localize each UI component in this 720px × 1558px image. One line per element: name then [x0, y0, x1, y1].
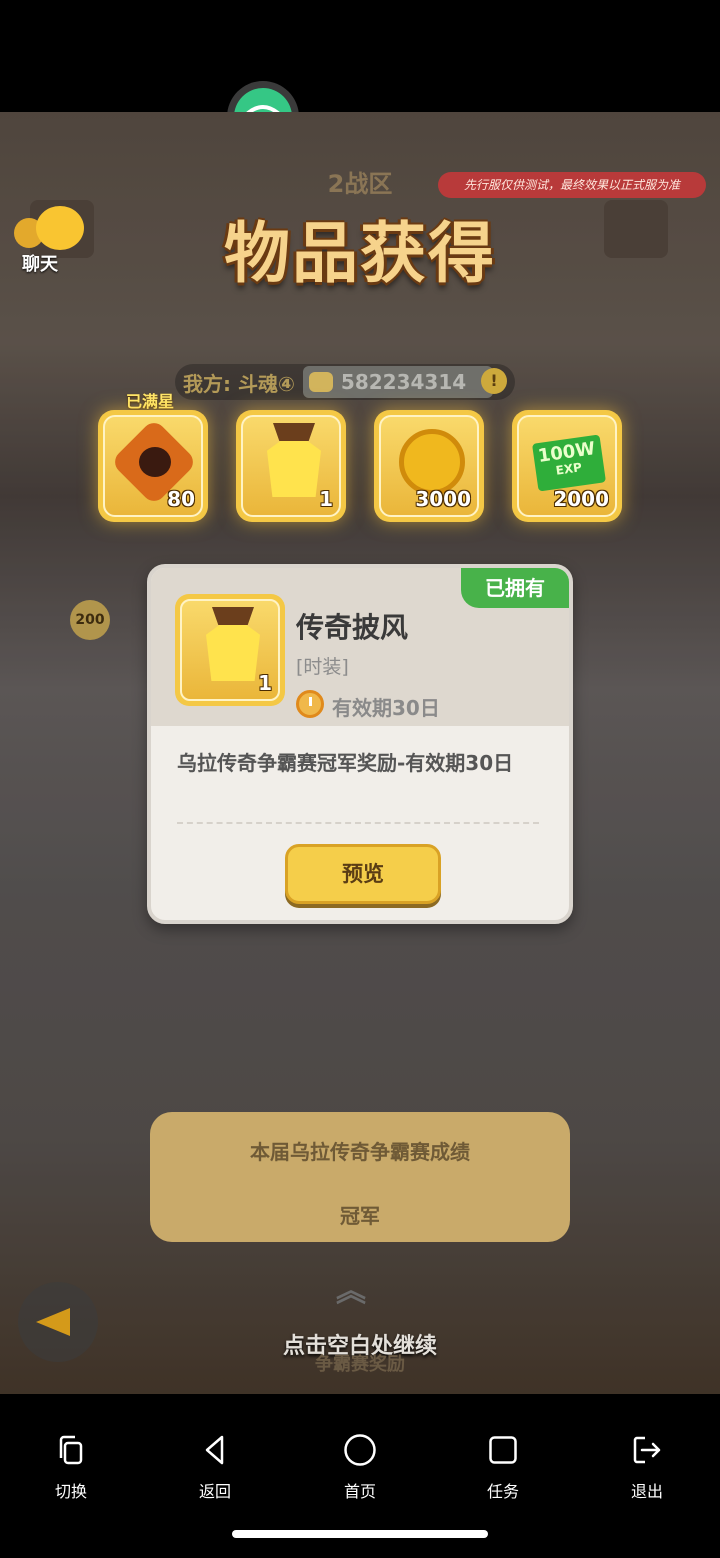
reward-qty: 3000 [415, 487, 471, 511]
reward-item-exp[interactable]: 100W EXP 2000 [512, 410, 622, 522]
cape-collar [212, 607, 254, 625]
item-detail-modal: 已拥有 1 传奇披风 [时装] 有效期30日 乌拉传奇争霸赛冠军奖励-有效期30… [147, 564, 573, 924]
alert-icon: ! [481, 368, 507, 394]
power-label: 我方: 斗魂④ [183, 371, 295, 396]
nav-label: 切换 [54, 1482, 87, 1501]
item-description: 乌拉传奇争霸赛冠军奖励-有效期30日 [177, 751, 514, 775]
back-arrow-icon[interactable] [18, 1282, 98, 1362]
item-name: 传奇披风 [296, 611, 409, 644]
cape-collar [273, 423, 315, 441]
back-icon [165, 1430, 265, 1470]
item-type: [时装] [296, 656, 349, 678]
nav-tasks-button[interactable]: 任务 [453, 1430, 553, 1502]
coin-icon [399, 429, 465, 495]
reward-item-coin[interactable]: 3000 [374, 410, 484, 522]
zone-label: 2战区 [327, 170, 393, 198]
item-qty: 1 [258, 671, 272, 695]
reward-item-gem[interactable]: 80 [98, 410, 208, 522]
gem-core [139, 447, 171, 477]
nav-switch-button[interactable]: 切换 [21, 1430, 121, 1502]
power-value: 582234314 [340, 370, 467, 394]
nav-back-button[interactable]: 返回 [165, 1430, 265, 1502]
exit-icon [597, 1430, 697, 1470]
system-nav-bar: 切换 返回 首页 任务 退出 [0, 1394, 720, 1558]
nav-label: 返回 [198, 1482, 231, 1501]
reward-qty: 80 [167, 487, 195, 511]
full-star-label: 已满星 [126, 392, 175, 411]
nav-label: 任务 [486, 1482, 519, 1501]
background-badge: 200 [70, 600, 110, 640]
chat-label: 聊天 [22, 254, 58, 275]
nav-exit-button[interactable]: 退出 [597, 1430, 697, 1502]
result-rank: 冠军 [340, 1204, 380, 1228]
page-title: 物品获得 [224, 215, 496, 292]
reward-qty: 1 [319, 487, 333, 511]
nav-label: 首页 [343, 1482, 376, 1501]
item-icon-frame: 1 [175, 594, 285, 706]
validity-label: 有效期30日 [332, 696, 440, 720]
nav-label: 退出 [630, 1482, 663, 1501]
owned-badge: 已拥有 [461, 568, 569, 608]
home-indicator[interactable] [232, 1530, 488, 1538]
continue-sub-label: 争霸赛奖励 [315, 1354, 405, 1375]
power-bar: 我方: 斗魂④ 582234314 ! [175, 364, 515, 400]
test-server-tip: 先行服仅供测试，最终效果以正式服为准 [438, 172, 706, 198]
chat-icon [36, 206, 84, 250]
tasks-icon [453, 1430, 553, 1470]
home-icon [310, 1430, 410, 1470]
switch-icon [21, 1430, 121, 1470]
chevron-up-icon: ︽ [336, 1274, 366, 1309]
right-banner [604, 200, 668, 258]
clock-icon [296, 690, 324, 718]
divider [177, 822, 539, 824]
result-title: 本届乌拉传奇争霸赛成绩 [250, 1140, 470, 1164]
nav-home-button[interactable]: 首页 [310, 1430, 410, 1502]
chat-button[interactable]: 聊天 [8, 204, 88, 276]
fist-icon [308, 372, 333, 392]
reward-item-cape[interactable]: 1 [236, 410, 346, 522]
reward-qty: 2000 [553, 487, 609, 511]
preview-button[interactable]: 预览 [285, 844, 441, 904]
power-value-box: 582234314 [302, 366, 493, 398]
status-area [0, 0, 720, 112]
